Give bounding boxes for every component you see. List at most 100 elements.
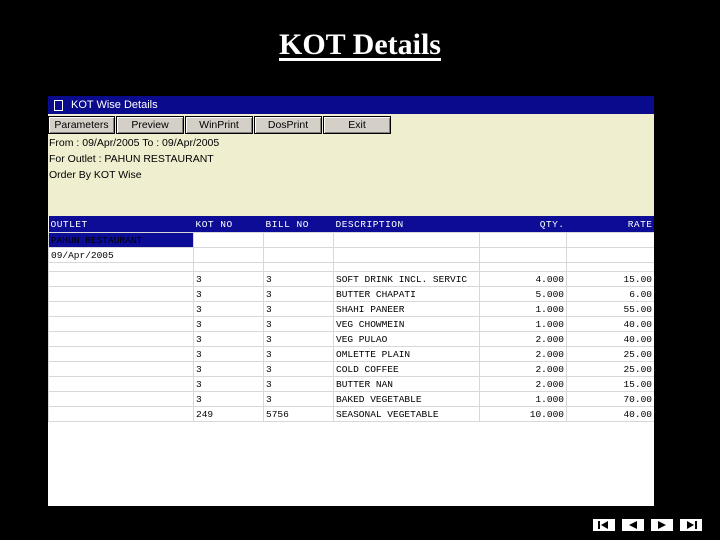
description-cell[interactable]: SOFT DRINK INCL. SERVIC [333, 271, 480, 287]
rate-cell[interactable]: 15.00 [566, 376, 654, 392]
rate-cell[interactable]: 40.00 [566, 316, 654, 332]
kot-no-cell[interactable]: 3 [193, 316, 264, 332]
last-icon [687, 521, 697, 529]
first-icon [598, 521, 608, 529]
table-row[interactable]: 3 3 BUTTER NAN 2.000 15.00 [48, 376, 654, 392]
empty-cell [48, 346, 194, 362]
description-cell[interactable]: BUTTER CHAPATI [333, 286, 480, 302]
table-row[interactable]: 3 3 SHAHI PANEER 1.000 55.00 [48, 301, 654, 317]
bill-no-cell[interactable]: 3 [263, 331, 334, 347]
kot-no-cell[interactable]: 3 [193, 331, 264, 347]
description-cell[interactable]: OMLETTE PLAIN [333, 346, 480, 362]
description-cell[interactable]: VEG CHOWMEIN [333, 316, 480, 332]
qty-cell[interactable]: 2.000 [479, 346, 567, 362]
first-slide-button[interactable] [592, 518, 616, 532]
spacer-cell [333, 262, 480, 272]
parameters-button[interactable]: Parameters [48, 116, 115, 134]
table-row[interactable]: PAHUN RESTAURANT [48, 232, 654, 248]
rate-cell[interactable]: 25.00 [566, 361, 654, 377]
table-row[interactable]: 249 5756 SEASONAL VEGETABLE 10.000 40.00 [48, 406, 654, 422]
last-slide-button[interactable] [679, 518, 703, 532]
date-cell[interactable]: 09/Apr/2005 [48, 247, 194, 263]
spacer-cell [479, 262, 567, 272]
kot-no-cell[interactable]: 3 [193, 361, 264, 377]
kot-no-cell[interactable]: 3 [193, 376, 264, 392]
table-row[interactable]: 3 3 BAKED VEGETABLE 1.000 70.00 [48, 391, 654, 407]
qty-cell[interactable]: 5.000 [479, 286, 567, 302]
empty-cell [193, 232, 264, 248]
kot-no-cell[interactable]: 3 [193, 301, 264, 317]
rate-cell[interactable]: 15.00 [566, 271, 654, 287]
table-row[interactable]: 09/Apr/2005 [48, 247, 654, 263]
dosprint-button[interactable]: DosPrint [254, 116, 322, 134]
previous-slide-button[interactable] [621, 518, 645, 532]
kot-no-cell[interactable]: 3 [193, 271, 264, 287]
bill-no-cell[interactable]: 3 [263, 391, 334, 407]
table-row[interactable]: 3 3 COLD COFFEE 2.000 25.00 [48, 361, 654, 377]
bill-no-cell[interactable]: 3 [263, 361, 334, 377]
bill-no-cell[interactable]: 3 [263, 271, 334, 287]
column-header-description[interactable]: DESCRIPTION [333, 216, 480, 233]
slide-title: KOT Details [279, 28, 441, 61]
column-header-kot-no[interactable]: KOT NO [193, 216, 264, 233]
empty-cell [48, 361, 194, 377]
next-icon [658, 521, 666, 529]
kot-no-cell[interactable]: 3 [193, 346, 264, 362]
rate-cell[interactable]: 40.00 [566, 406, 654, 422]
table-row[interactable]: 3 3 OMLETTE PLAIN 2.000 25.00 [48, 346, 654, 362]
empty-cell [193, 247, 264, 263]
table-row[interactable]: 3 3 VEG PULAO 2.000 40.00 [48, 331, 654, 347]
kot-no-cell[interactable]: 3 [193, 391, 264, 407]
qty-cell[interactable]: 4.000 [479, 271, 567, 287]
description-cell[interactable]: SEASONAL VEGETABLE [333, 406, 480, 422]
bill-no-cell[interactable]: 3 [263, 346, 334, 362]
rate-cell[interactable]: 25.00 [566, 346, 654, 362]
window-titlebar[interactable]: KOT Wise Details [48, 96, 654, 114]
report-info: From : 09/Apr/2005 To : 09/Apr/2005 For … [48, 135, 654, 183]
empty-cell [48, 331, 194, 347]
next-slide-button[interactable] [650, 518, 674, 532]
column-header-qty[interactable]: QTY. [479, 216, 567, 233]
rate-cell[interactable]: 70.00 [566, 391, 654, 407]
qty-cell[interactable]: 1.000 [479, 391, 567, 407]
outlet-cell[interactable]: PAHUN RESTAURANT [48, 232, 194, 248]
qty-cell[interactable]: 2.000 [479, 331, 567, 347]
description-cell[interactable]: BUTTER NAN [333, 376, 480, 392]
qty-cell[interactable]: 1.000 [479, 316, 567, 332]
rate-cell[interactable]: 6.00 [566, 286, 654, 302]
description-cell[interactable]: COLD COFFEE [333, 361, 480, 377]
kot-no-cell[interactable]: 249 [193, 406, 264, 422]
column-header-bill-no[interactable]: BILL NO [263, 216, 334, 233]
table-row[interactable]: 3 3 VEG CHOWMEIN 1.000 40.00 [48, 316, 654, 332]
grid-header-row: OUTLET KOT NO BILL NO DESCRIPTION QTY. R… [48, 216, 654, 233]
description-cell[interactable]: BAKED VEGETABLE [333, 391, 480, 407]
preview-button[interactable]: Preview [116, 116, 184, 134]
qty-cell[interactable]: 2.000 [479, 376, 567, 392]
rate-cell[interactable]: 40.00 [566, 331, 654, 347]
bill-no-cell[interactable]: 5756 [263, 406, 334, 422]
kot-no-cell[interactable]: 3 [193, 286, 264, 302]
qty-cell[interactable]: 2.000 [479, 361, 567, 377]
window-title: KOT Wise Details [71, 99, 158, 111]
column-header-outlet[interactable]: OUTLET [48, 216, 194, 233]
bill-no-cell[interactable]: 3 [263, 286, 334, 302]
table-row[interactable]: 3 3 BUTTER CHAPATI 5.000 6.00 [48, 286, 654, 302]
qty-cell[interactable]: 10.000 [479, 406, 567, 422]
grid-body: PAHUN RESTAURANT 09/Apr/2005 3 3 SOFT DRIN… [48, 232, 654, 422]
exit-button[interactable]: Exit [323, 116, 391, 134]
date-range-text: From : 09/Apr/2005 To : 09/Apr/2005 [49, 137, 220, 149]
description-cell[interactable]: VEG PULAO [333, 331, 480, 347]
table-row[interactable]: 3 3 SOFT DRINK INCL. SERVIC 4.000 15.00 [48, 271, 654, 287]
kot-window: KOT Wise Details Parameters Preview WinP… [48, 96, 654, 506]
winprint-button[interactable]: WinPrint [185, 116, 253, 134]
rate-cell[interactable]: 55.00 [566, 301, 654, 317]
bill-no-cell[interactable]: 3 [263, 316, 334, 332]
description-cell[interactable]: SHAHI PANEER [333, 301, 480, 317]
kot-grid: OUTLET KOT NO BILL NO DESCRIPTION QTY. R… [48, 216, 654, 422]
spacer-cell [48, 262, 194, 272]
qty-cell[interactable]: 1.000 [479, 301, 567, 317]
column-header-rate[interactable]: RATE [566, 216, 654, 233]
empty-cell [263, 247, 334, 263]
bill-no-cell[interactable]: 3 [263, 376, 334, 392]
bill-no-cell[interactable]: 3 [263, 301, 334, 317]
